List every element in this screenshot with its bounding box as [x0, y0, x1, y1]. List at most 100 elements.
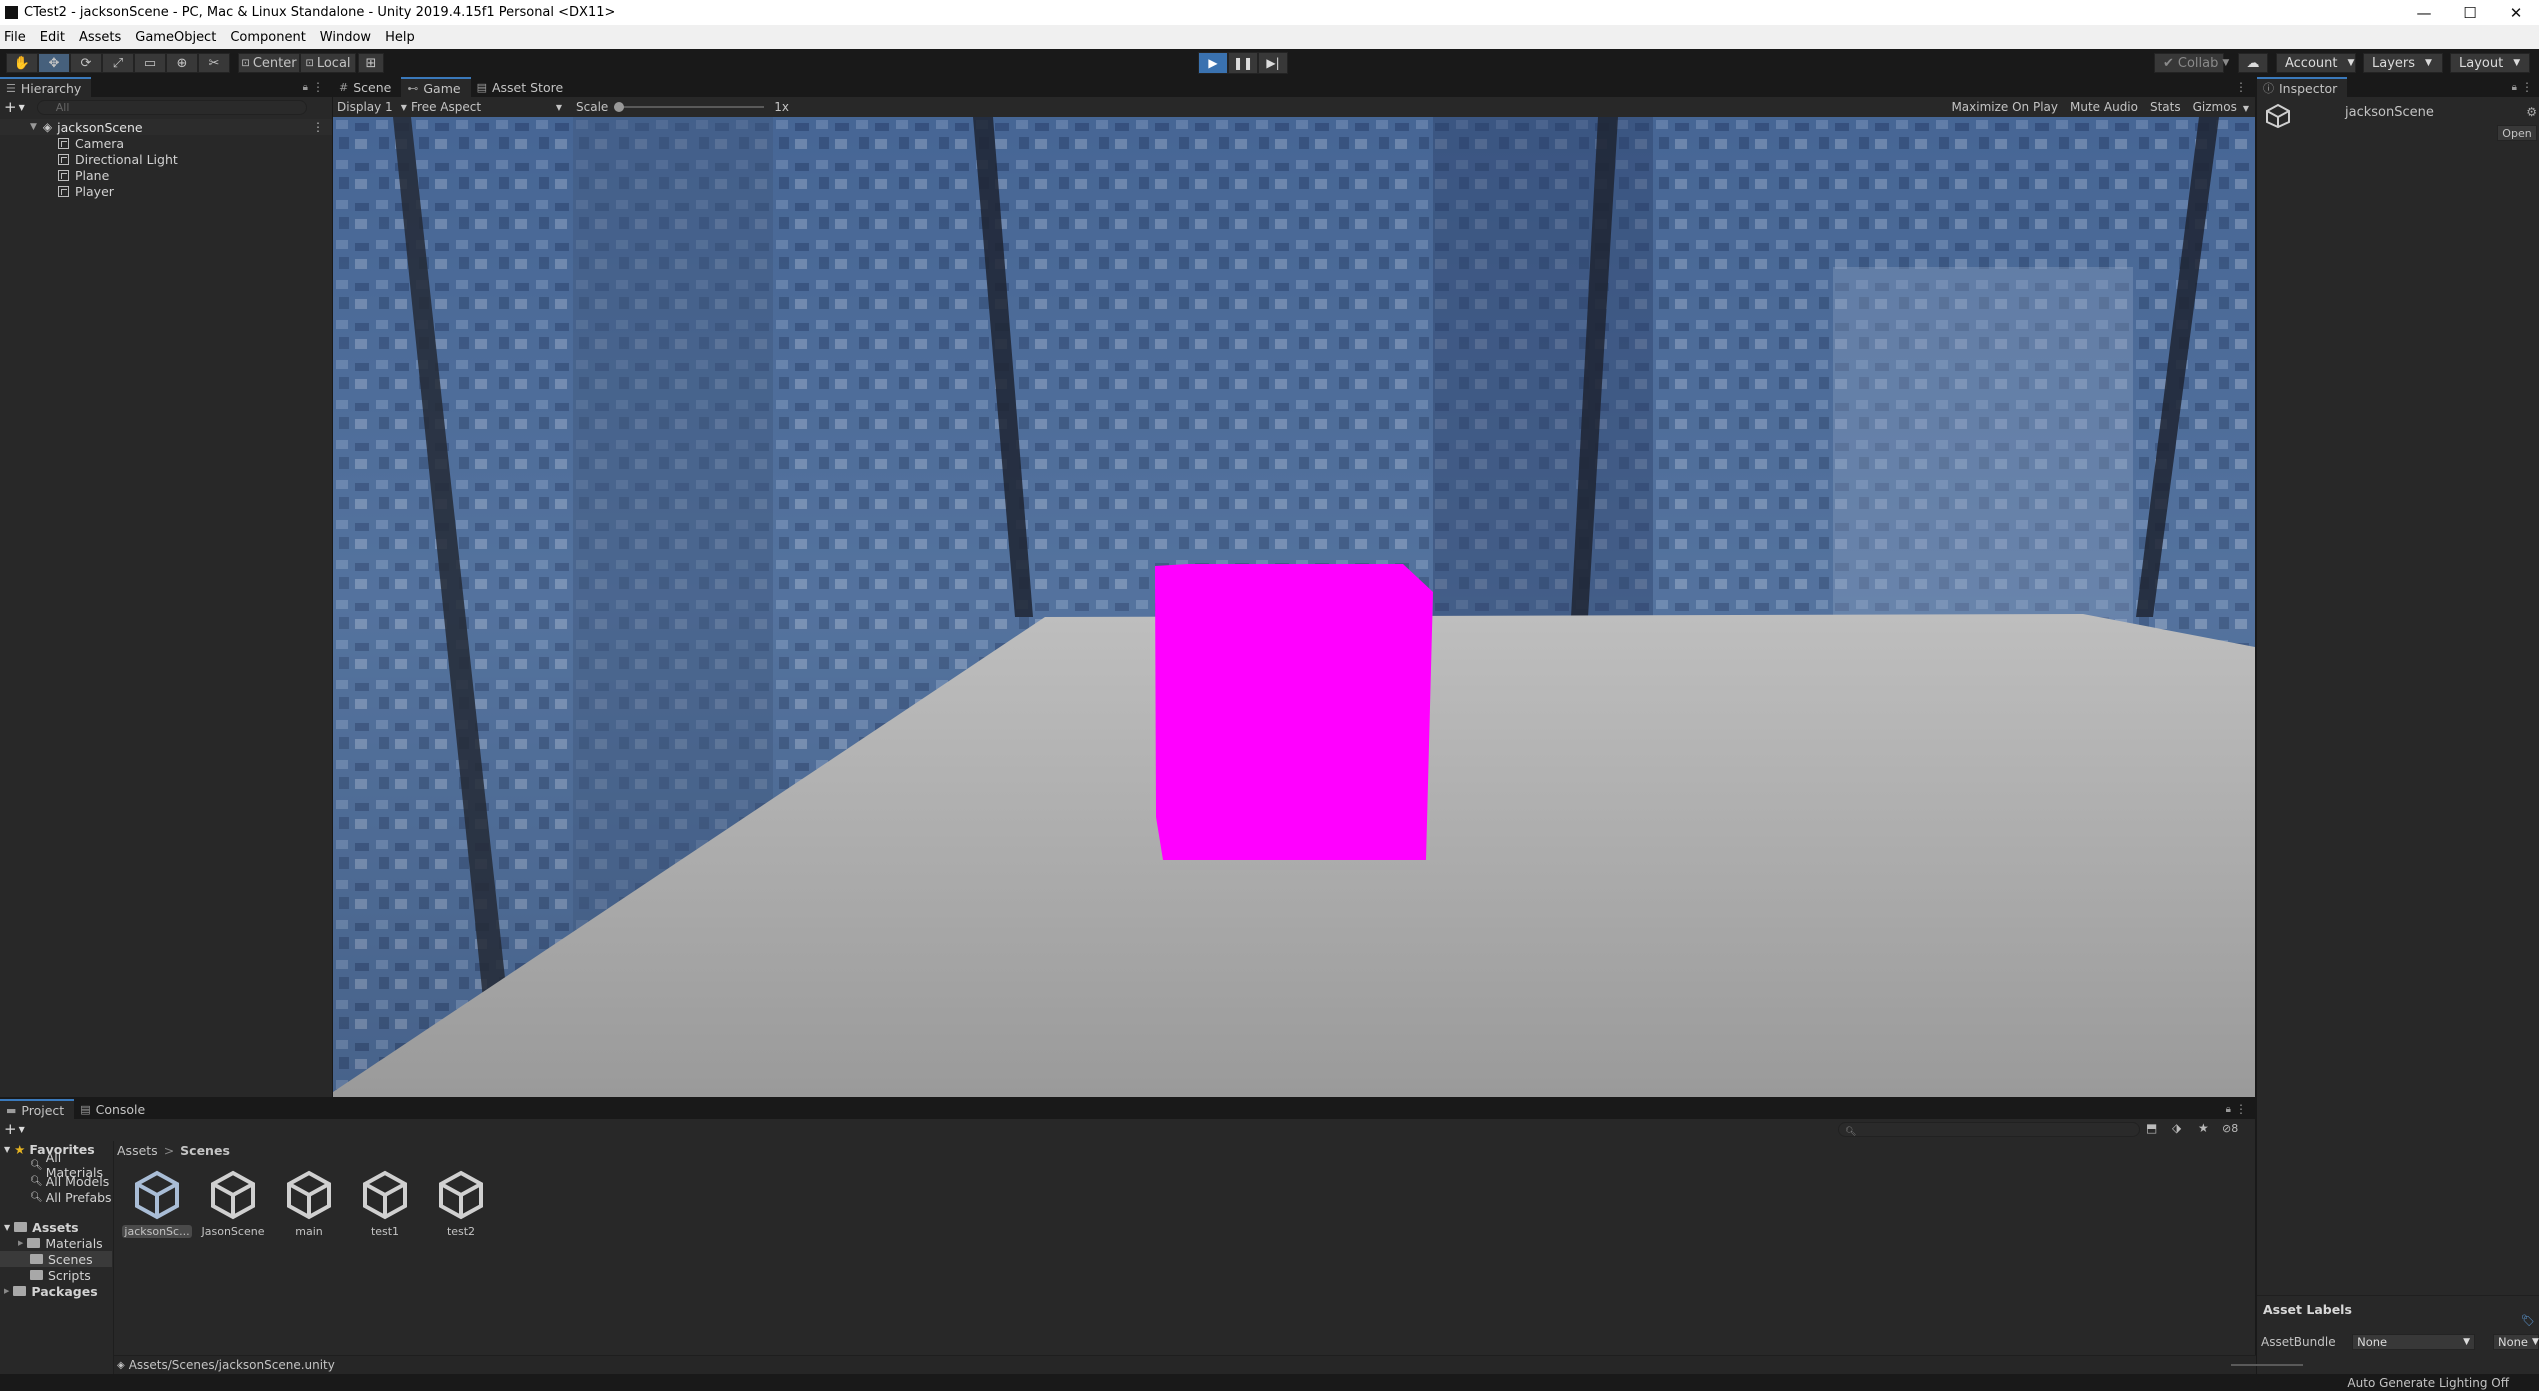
breadcrumb-assets[interactable]: Assets [117, 1143, 158, 1158]
hierarchy-item-directional-light[interactable]: Directional Light [0, 151, 332, 167]
scene-row[interactable]: ▼ ◈ jacksonScene ⋮ [0, 119, 332, 135]
expand-arrow-icon[interactable]: ▼ [30, 122, 37, 132]
tab-console[interactable]: ▤ Console [74, 1099, 155, 1119]
assetbundle-dropdown[interactable]: None ▼ [2352, 1334, 2475, 1350]
project-panel: ▬ Project ▤ Console 🔒︎ ⋮ + ▼ 🔍︎ ⬒ ⬗ ★ ⊘ 8 ▼ ★… [0, 1099, 2303, 1374]
asset-labels-section: Asset Labels 🏷︎ AssetBundle None ▼ None ▼ [2257, 1295, 2539, 1353]
packages-node[interactable]: ▶ Packages [0, 1283, 112, 1299]
kebab-menu-icon[interactable]: ⋮ [2235, 80, 2247, 94]
project-search-input[interactable]: 🔍︎ [1838, 1122, 2140, 1137]
info-icon: ⓘ [2263, 82, 2274, 95]
close-button[interactable]: ✕ [2493, 0, 2539, 25]
add-icon[interactable]: + [4, 98, 17, 116]
scale-label: Scale [576, 100, 609, 114]
folder-materials[interactable]: ▶ Materials [0, 1235, 112, 1251]
hierarchy-item-plane[interactable]: Plane [0, 167, 332, 183]
asset-item[interactable]: test2 [426, 1169, 496, 1238]
asset-item[interactable]: main [274, 1169, 344, 1238]
pause-icon[interactable]: ❚❚ [1228, 52, 1258, 74]
gizmos-dropdown[interactable]: Gizmos ▼ [2193, 100, 2249, 114]
folder-scripts[interactable]: Scripts [0, 1267, 112, 1283]
tab-hierarchy[interactable]: ☰ Hierarchy [0, 77, 92, 97]
inspector-header: jacksonScene ⚙ Open [2257, 97, 2539, 147]
menu-help[interactable]: Help [380, 30, 424, 45]
fav-all-models[interactable]: 🔍︎ All Models [0, 1173, 112, 1189]
minimize-button[interactable]: — [2401, 0, 2447, 25]
asset-item[interactable]: JasonScene [198, 1169, 268, 1238]
project-toolbar: + ▼ 🔍︎ ⬒ ⬗ ★ ⊘ 8 [4, 1120, 2239, 1138]
stats-toggle[interactable]: Stats [2150, 100, 2181, 114]
eye-slash-icon: ⊘ [2222, 1122, 2232, 1135]
asset-item[interactable]: test1 [350, 1169, 420, 1238]
custom-tool-icon[interactable]: ✂ [198, 53, 230, 73]
inspector-panel: ⓘ Inspector 🔒︎ ⋮ jacksonScene ⚙ Open Asse… [2257, 77, 2539, 1374]
pivot-local-button[interactable]: ⊡ Local [300, 53, 356, 73]
lock-icon[interactable]: 🔒︎ [303, 82, 308, 93]
console-icon: ▤ [80, 1102, 91, 1116]
step-icon[interactable]: ▶| [1258, 52, 1288, 74]
variant-dropdown[interactable]: None ▼ [2493, 1334, 2539, 1350]
play-icon[interactable]: ▶ [1198, 52, 1228, 74]
settings-gear-icon[interactable]: ⚙ [2526, 105, 2537, 119]
rect-tool-icon[interactable]: ▭ [134, 53, 166, 73]
hierarchy-item-player[interactable]: Player [0, 183, 332, 199]
layout-dropdown[interactable]: Layout ▼ [2450, 53, 2530, 73]
title-bar: CTest2 - jacksonScene - PC, Mac & Linux … [0, 0, 2539, 25]
scene-menu-icon[interactable]: ⋮ [312, 120, 324, 134]
folder-icon [30, 1270, 43, 1280]
scale-tool-icon[interactable]: ⤢ [102, 53, 134, 73]
folder-icon [27, 1238, 41, 1248]
lock-icon[interactable]: 🔒︎ [2226, 1104, 2231, 1115]
menu-file[interactable]: File [0, 30, 35, 45]
folder-scenes[interactable]: Scenes [0, 1251, 112, 1267]
cloud-icon[interactable]: ☁ [2238, 53, 2268, 73]
display-dropdown[interactable]: Display 1 ▼ [333, 100, 411, 114]
hierarchy-search-input[interactable]: All [36, 99, 307, 115]
move-tool-icon[interactable]: ✥ [38, 53, 70, 73]
kebab-menu-icon[interactable]: ⋮ [2235, 1102, 2247, 1116]
rotate-tool-icon[interactable]: ⟳ [70, 53, 102, 73]
favorite-star-icon[interactable]: ★ [2198, 1121, 2209, 1135]
aspect-dropdown[interactable]: Free Aspect ▼ [411, 100, 568, 114]
label-tag-icon[interactable]: 🏷︎ [2521, 1314, 2535, 1327]
menu-gameobject[interactable]: GameObject [130, 30, 225, 45]
tab-project[interactable]: ▬ Project [0, 1099, 75, 1119]
tab-game[interactable]: ⊷ Game [401, 77, 471, 97]
menu-assets[interactable]: Assets [74, 30, 130, 45]
fav-all-materials[interactable]: 🔍︎ All Materials [0, 1150, 112, 1180]
add-icon[interactable]: + [4, 1120, 17, 1138]
assetbundle-row: AssetBundle None ▼ None ▼ [2261, 1334, 2539, 1350]
game-view[interactable] [333, 117, 2255, 1097]
menu-window[interactable]: Window [315, 30, 380, 45]
transform-tool-icon[interactable]: ⊕ [166, 53, 198, 73]
grid-snap-icon[interactable]: ⊞ [358, 53, 384, 73]
filter-label-icon[interactable]: ⬗ [2172, 1121, 2181, 1135]
hand-tool-icon[interactable]: ✋ [6, 53, 38, 73]
maximize-on-play-toggle[interactable]: Maximize On Play [1951, 100, 2058, 114]
account-dropdown[interactable]: Account ▼ [2276, 53, 2356, 73]
open-button[interactable]: Open [2497, 125, 2537, 141]
breadcrumb-scenes[interactable]: Scenes [180, 1143, 230, 1158]
maximize-button[interactable]: ☐ [2447, 0, 2493, 25]
layers-dropdown[interactable]: Layers ▼ [2363, 53, 2443, 73]
kebab-menu-icon[interactable]: ⋮ [2521, 80, 2533, 94]
lock-icon[interactable]: 🔒︎ [2512, 82, 2517, 93]
menu-component[interactable]: Component [225, 30, 314, 45]
tab-scene[interactable]: # Scene [333, 77, 401, 97]
icon-size-slider[interactable] [2231, 1364, 2303, 1366]
pivot-center-button[interactable]: ⊡ Center [238, 53, 300, 73]
menu-edit[interactable]: Edit [35, 30, 74, 45]
hierarchy-item-camera[interactable]: Camera [0, 135, 332, 151]
assets-node[interactable]: ▼ Assets [0, 1219, 112, 1235]
kebab-menu-icon[interactable]: ⋮ [312, 80, 324, 94]
filter-type-icon[interactable]: ⬒ [2146, 1121, 2157, 1135]
collab-button[interactable]: ✔ Collab ▼ [2154, 53, 2229, 73]
hidden-packages-toggle[interactable]: ⊘ 8 [2222, 1122, 2238, 1135]
tab-asset-store[interactable]: ▤ Asset Store [471, 77, 574, 97]
scale-slider[interactable] [614, 102, 765, 112]
tab-inspector[interactable]: ⓘ Inspector [2257, 77, 2348, 97]
asset-item[interactable]: jacksonSc... [122, 1169, 192, 1238]
scale-slider-thumb[interactable] [614, 102, 625, 112]
fav-all-prefabs[interactable]: 🔍︎ All Prefabs [0, 1189, 112, 1205]
mute-audio-toggle[interactable]: Mute Audio [2070, 100, 2138, 114]
